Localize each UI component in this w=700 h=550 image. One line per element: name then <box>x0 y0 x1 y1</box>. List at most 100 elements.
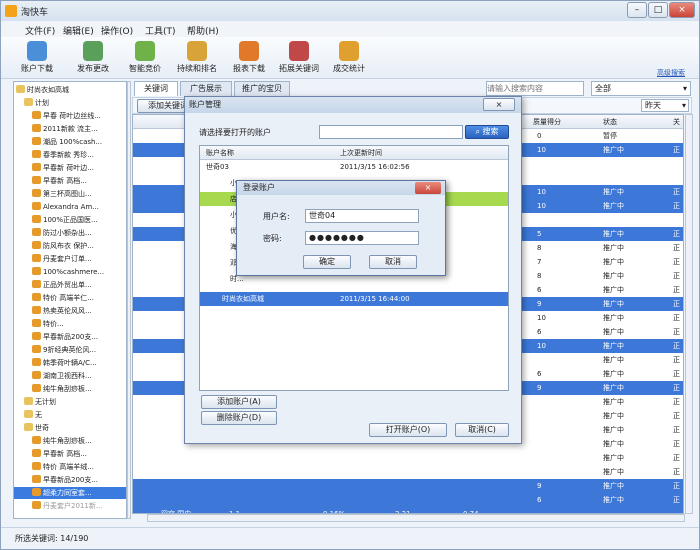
table-row[interactable]: 6 推广中 正 <box>133 493 683 507</box>
campaign-tree[interactable]: 时尚衣如高城 计划 早春 荷叶边丝线... 2011新款 流主... 潮品 100%ca… <box>13 81 127 519</box>
tab-ads[interactable]: 广告展示 <box>180 81 232 96</box>
login-ok-button[interactable]: 确定 <box>303 255 351 269</box>
cell-score: 10 <box>537 202 546 210</box>
tree-item[interactable]: 早春新 荷叶边... <box>14 162 126 174</box>
open-account-button[interactable]: 打开账户(O) <box>369 423 447 437</box>
tree-label: 韩季荷叶辆A/C... <box>43 359 97 367</box>
tree-item[interactable]: 特价... <box>14 318 126 330</box>
header-extra[interactable]: 关 <box>673 115 680 129</box>
account-row[interactable]: 时尚衣如高城 2011/3/15 16:44:00 <box>200 292 508 306</box>
tree-item[interactable]: 早春新 高档... <box>14 448 126 460</box>
account-search-input[interactable] <box>319 125 463 139</box>
menu-help[interactable]: 帮助(H) <box>187 24 219 37</box>
date-filter-select[interactable]: 昨天 ▾ <box>641 99 689 112</box>
tree-item[interactable]: 热卖英伦风风... <box>14 305 126 317</box>
tree-item[interactable]: 特价 高端羊仁... <box>14 292 126 304</box>
menu-operate[interactable]: 操作(O) <box>101 24 133 37</box>
cell-score: 6 <box>537 286 542 294</box>
tree-item[interactable]: 特价 高端羊绒... <box>14 461 126 473</box>
account-row[interactable]: 世奇03 2011/3/15 16:02:56 <box>200 160 508 174</box>
rank-button[interactable]: 持续和排名 <box>175 39 219 77</box>
publish-changes-button[interactable]: 发布更改 <box>71 39 115 77</box>
table-row[interactable]: 推广中 正 <box>133 451 683 465</box>
tree-folder[interactable]: 计划 <box>14 97 126 109</box>
table-row[interactable]: 窗帘 国巾 1.1 0.16% 2.21 0.74 <box>133 507 683 514</box>
col-last-update[interactable]: 上次更新时间 <box>340 146 382 160</box>
tree-item[interactable]: 湖南卫视西科... <box>14 370 126 382</box>
tree-item[interactable]: 超柔力同室套... <box>14 487 126 499</box>
tree-item[interactable]: 100%cashmere... <box>14 266 126 278</box>
tree-item[interactable]: 100%正品国医... <box>14 214 126 226</box>
tree-item[interactable]: Alexandra Am... <box>14 201 126 213</box>
minimize-button[interactable]: – <box>627 2 647 18</box>
grid-horizontal-scrollbar[interactable] <box>147 514 685 522</box>
cell-score: 6 <box>537 496 542 504</box>
tree-item[interactable]: 丹麦套户订单... <box>14 253 126 265</box>
button-label: 发布更改 <box>77 64 109 73</box>
header-quality-score[interactable]: 质量得分 <box>533 115 561 129</box>
cell-extra: 正 <box>673 454 680 462</box>
maximize-button[interactable]: □ <box>648 2 668 18</box>
menu-edit[interactable]: 编辑(E) <box>63 24 94 37</box>
grid-vertical-scrollbar[interactable] <box>685 114 693 514</box>
advanced-search-link[interactable]: 高级搜索 <box>657 68 685 78</box>
cell-d: 0.74 <box>463 510 479 514</box>
tree-label: 潮品 100%cash... <box>43 138 103 146</box>
cell-score: 6 <box>537 328 542 336</box>
tab-keywords[interactable]: 关键词 <box>134 81 178 96</box>
account-search-button[interactable]: ⌕ 搜索 <box>465 125 509 139</box>
tree-item[interactable]: 春季新款 秀珍... <box>14 149 126 161</box>
tree-item[interactable]: 第三杯高图山... <box>14 188 126 200</box>
tree-item[interactable]: 潮品 100%cash... <box>14 136 126 148</box>
cell-extra: 正 <box>673 384 680 392</box>
table-row[interactable]: 推广中 正 <box>133 465 683 479</box>
table-row[interactable]: 9 推广中 正 <box>133 479 683 493</box>
tree-item[interactable]: 纯牛角刮痧板... <box>14 435 126 447</box>
login-cancel-button[interactable]: 取消 <box>369 255 417 269</box>
item-icon <box>32 449 41 457</box>
tree-item[interactable]: 早春新品200支... <box>14 331 126 343</box>
tree-folder[interactable]: 时尚衣如高城 <box>14 84 126 96</box>
cell-state: 推广中 <box>603 146 624 154</box>
cell-state: 推广中 <box>603 314 624 322</box>
item-icon <box>32 215 41 223</box>
smart-bid-button[interactable]: 智能竞价 <box>123 39 167 77</box>
tree-item[interactable]: 正品外贸出单... <box>14 279 126 291</box>
item-icon <box>32 241 41 249</box>
add-account-button[interactable]: 添加账户(A) <box>201 395 277 409</box>
tree-folder[interactable]: 世奇 <box>14 422 126 434</box>
header-status[interactable]: 状态 <box>603 115 617 129</box>
menu-file[interactable]: 文件(F) <box>25 24 55 37</box>
dialog-close-button[interactable]: × <box>483 98 515 111</box>
tree-item[interactable]: 防风布衣 保护... <box>14 240 126 252</box>
login-close-button[interactable]: × <box>415 182 441 194</box>
tree-item[interactable]: 9折经典英伦风... <box>14 344 126 356</box>
delete-account-button[interactable]: 删除账户(D) <box>201 411 277 425</box>
tree-splitter[interactable] <box>127 81 131 519</box>
sales-stats-button[interactable]: 成交统计 <box>327 39 371 77</box>
tree-item[interactable]: 2011新款 流主... <box>14 123 126 135</box>
tree-item[interactable]: 丹麦套户2011新... <box>14 500 126 512</box>
tab-strip: 关键词 广告展示 推广的宝贝 <box>132 81 692 97</box>
close-button[interactable]: × <box>669 2 695 18</box>
tree-folder[interactable]: 无计划 <box>14 396 126 408</box>
col-account-name[interactable]: 账户名称 <box>206 146 234 160</box>
report-download-button[interactable]: 报表下载 <box>227 39 271 77</box>
expand-keywords-button[interactable]: 拓展关键词 <box>277 39 321 77</box>
tree-item[interactable]: 韩季荷叶辆A/C... <box>14 357 126 369</box>
tree-folder[interactable]: 无 <box>14 409 126 421</box>
download-account-button[interactable]: 账户下载 <box>15 39 59 77</box>
tree-item[interactable]: 早春 荷叶边丝线... <box>14 110 126 122</box>
tree-item[interactable]: 早春新 高档... <box>14 175 126 187</box>
menu-tools[interactable]: 工具(T) <box>145 24 176 37</box>
cell-extra: 正 <box>673 272 680 280</box>
tab-promoted-items[interactable]: 推广的宝贝 <box>234 81 290 96</box>
username-field[interactable]: 世奇04 <box>305 209 419 223</box>
tree-item[interactable]: 防过小额杂出... <box>14 227 126 239</box>
cancel-account-button[interactable]: 取消(C) <box>455 423 509 437</box>
cell-state: 推广中 <box>603 398 624 406</box>
tree-item[interactable]: 纯牛角刮痧板... <box>14 383 126 395</box>
password-field[interactable]: ●●●●●●● <box>305 231 419 245</box>
dialog-title: 账户管理 <box>185 97 521 113</box>
tree-item[interactable]: 早春新品200支... <box>14 474 126 486</box>
